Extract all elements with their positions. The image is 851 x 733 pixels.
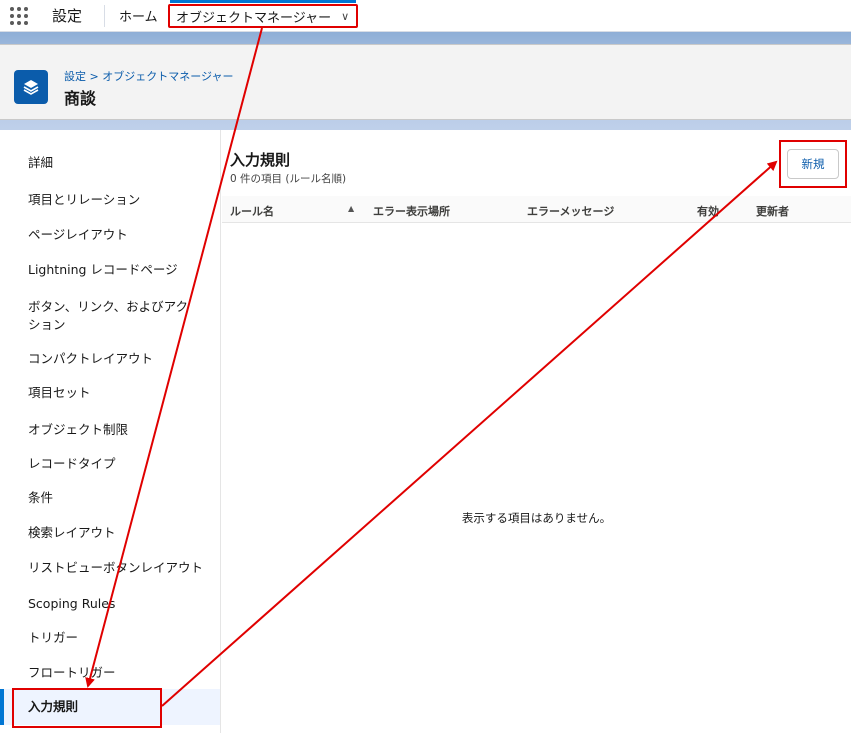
column-error-message[interactable]: エラーメッセージ <box>527 203 614 219</box>
sidebar-item-compact-layouts[interactable]: コンパクトレイアウト <box>0 350 220 368</box>
sidebar-item-search-layouts[interactable]: 検索レイアウト <box>0 524 220 542</box>
column-active[interactable]: 有効 <box>697 203 719 219</box>
nav-item-object-manager[interactable]: オブジェクトマネージャー ∨ <box>168 4 358 28</box>
app-launcher-icon[interactable] <box>10 6 34 26</box>
sidebar-item-lightning-pages[interactable]: Lightning レコードページ <box>0 261 220 279</box>
sidebar-item-record-types[interactable]: レコードタイプ <box>0 455 220 473</box>
new-button[interactable]: 新規 <box>787 149 839 179</box>
sort-ascending-icon[interactable]: ▲ <box>348 204 354 213</box>
nav-item-home[interactable]: ホーム <box>119 6 158 25</box>
empty-state-message: 表示する項目はありません。 <box>461 511 612 525</box>
main-body: 詳細 項目とリレーション ページレイアウト Lightning レコードページ … <box>0 130 851 733</box>
column-error-location[interactable]: エラー表示場所 <box>373 203 450 219</box>
sidebar-item-object-limits[interactable]: オブジェクト制限 <box>0 421 220 439</box>
object-header: 設定 > オブジェクトマネージャー 商談 <box>0 44 851 120</box>
global-nav: 設定 ホーム <box>0 0 851 32</box>
column-modified-by[interactable]: 更新者 <box>756 203 789 219</box>
active-tab-indicator <box>170 0 356 3</box>
sidebar-item-fields[interactable]: 項目とリレーション <box>0 191 220 209</box>
app-name: 設定 <box>52 7 83 25</box>
new-button-highlight: 新規 <box>779 140 847 188</box>
layers-icon <box>14 70 48 104</box>
sidebar-item-field-sets[interactable]: 項目セット <box>0 384 220 402</box>
section-title: 入力規則 <box>230 151 291 169</box>
sidebar-item-scoping-rules[interactable]: Scoping Rules <box>0 595 220 613</box>
column-rule-name[interactable]: ルール名 <box>230 203 274 219</box>
nav-item-object-manager-label: オブジェクトマネージャー <box>176 10 332 26</box>
sidebar-item-page-layouts[interactable]: ページレイアウト <box>0 226 220 244</box>
sidebar-item-triggers[interactable]: トリガー <box>0 629 220 647</box>
breadcrumb[interactable]: 設定 > オブジェクトマネージャー <box>64 68 233 84</box>
sidebar-item-list-view-button-layout[interactable]: リストビューボタンレイアウト <box>0 559 220 577</box>
sidebar-item-buttons-links-actions[interactable]: ボタン、リンク、およびアクション <box>0 298 200 334</box>
sidebar-item-details[interactable]: 詳細 <box>0 154 220 172</box>
chevron-down-icon[interactable]: ∨ <box>341 10 349 23</box>
validation-rules-panel: 入力規則 0 件の項目 (ルール名順) 新規 ルール名 ▲ エラー表示場所 エラ… <box>222 130 851 733</box>
nav-divider <box>104 4 106 27</box>
validation-rules-highlight <box>12 688 162 728</box>
page-title: 商談 <box>64 89 97 108</box>
sidebar-item-flow-triggers[interactable]: フロートリガー <box>0 664 220 682</box>
item-count: 0 件の項目 (ルール名順) <box>230 173 347 185</box>
object-sidebar: 詳細 項目とリレーション ページレイアウト Lightning レコードページ … <box>0 130 221 733</box>
table-header: ルール名 ▲ エラー表示場所 エラーメッセージ 有効 更新者 <box>222 196 851 223</box>
sidebar-item-conditions[interactable]: 条件 <box>0 489 220 507</box>
